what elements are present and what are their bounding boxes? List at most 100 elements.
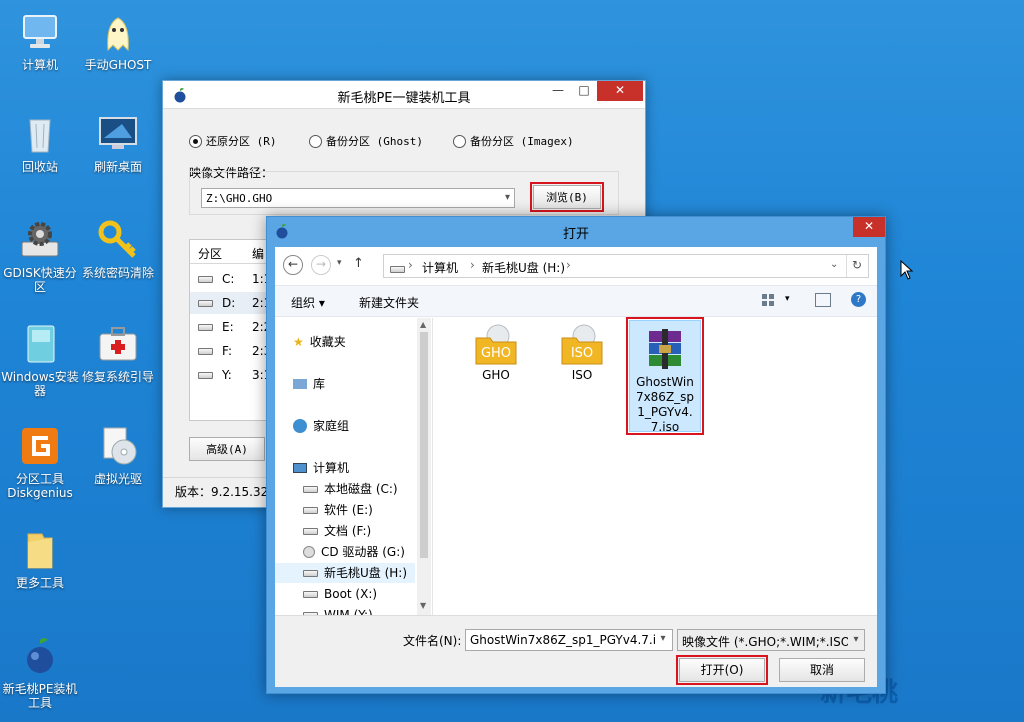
image-path-value: Z:\GHO.GHO bbox=[206, 192, 273, 205]
tree-item-drive-g[interactable]: CD 驱动器 (G:) bbox=[275, 542, 415, 562]
browse-button[interactable]: 浏览(B) bbox=[530, 182, 604, 212]
desktop-icon-label: 分区工具Diskgenius bbox=[7, 472, 73, 500]
desktop-icon-refresh[interactable]: 刷新桌面 bbox=[78, 112, 158, 174]
address-bar[interactable]: › 计算机 › 新毛桃U盘 (H:) › ⌄ ↻ bbox=[383, 254, 869, 278]
file-item-iso-folder[interactable]: ISO ISO bbox=[545, 324, 619, 388]
desktop-icon-repair-boot[interactable]: 修复系统引导 bbox=[78, 322, 158, 384]
tree-item-drive-x[interactable]: Boot (X:) bbox=[275, 584, 415, 604]
tree-item-label: 软件 (E:) bbox=[324, 503, 373, 517]
scrollbar-thumb[interactable] bbox=[420, 332, 428, 558]
desktop-icon-pe-installer[interactable]: 新毛桃PE装机工具 bbox=[0, 634, 80, 710]
radio-backup-ghost[interactable]: 备份分区 (Ghost) bbox=[309, 133, 423, 149]
dialog-titlebar[interactable]: 打开 ✕ bbox=[267, 217, 885, 245]
chevron-down-icon[interactable]: ▾ bbox=[848, 630, 864, 650]
chevron-down-icon[interactable]: ⌄ bbox=[830, 259, 838, 270]
computer-icon bbox=[293, 463, 307, 473]
desktop-icon-windows-installer[interactable]: Windows安装器 bbox=[0, 322, 80, 398]
desktop-icon-label: 虚拟光驱 bbox=[93, 472, 142, 486]
dialog-bottom-panel: 文件名(N): GhostWin7x86Z_sp1_PGYv4.7.iso ▾ … bbox=[275, 615, 877, 687]
help-icon[interactable]: ? bbox=[851, 292, 866, 307]
radio-backup-imagex[interactable]: 备份分区 (Imagex) bbox=[453, 133, 574, 149]
recycle-bin-icon bbox=[18, 112, 62, 156]
tree-item-drive-c[interactable]: 本地磁盘 (C:) bbox=[275, 479, 415, 499]
tree-item-drive-y[interactable]: WIM (Y:) bbox=[275, 605, 415, 615]
radio-restore-partition[interactable]: 还原分区 (R) bbox=[189, 133, 277, 149]
desktop-icon-label: 新毛桃PE装机工具 bbox=[2, 682, 78, 710]
cd-folder-icon: GHO bbox=[474, 324, 518, 366]
file-item-ghost-iso[interactable]: GhostWin7x86Z_sp1_PGYv4.7.iso bbox=[626, 317, 704, 435]
tree-scrollbar[interactable]: ▲ ▼ bbox=[417, 318, 431, 615]
desktop-icon-gdisk[interactable]: GDISK快速分区 bbox=[0, 218, 80, 294]
desktop-icon-more-tools[interactable]: 更多工具 bbox=[0, 528, 80, 590]
radio-label: 还原分区 (R) bbox=[206, 135, 277, 148]
up-arrow-icon[interactable]: ↑ bbox=[353, 256, 364, 271]
dialog-close-button[interactable]: ✕ bbox=[853, 217, 885, 237]
advanced-button-label: 高级(A) bbox=[206, 443, 248, 456]
filename-label: 文件名(N): bbox=[403, 634, 462, 648]
radio-label: 备份分区 (Ghost) bbox=[326, 135, 423, 148]
desktop-icon-label: 刷新桌面 bbox=[93, 160, 142, 174]
ghost-icon bbox=[96, 10, 140, 54]
filename-input[interactable]: GhostWin7x86Z_sp1_PGYv4.7.iso ▾ bbox=[465, 629, 673, 651]
desktop-icon-manual-ghost[interactable]: 手动GHOST bbox=[78, 10, 158, 72]
partition-letter: Y: bbox=[222, 368, 232, 382]
forward-arrow-icon[interactable]: → bbox=[311, 255, 331, 275]
drive-icon bbox=[198, 272, 219, 286]
partition-letter: C: bbox=[222, 272, 235, 286]
breadcrumb-usb-drive[interactable]: 新毛桃U盘 (H:) bbox=[482, 259, 565, 276]
winrar-archive-icon bbox=[643, 327, 687, 371]
mouse-cursor-icon bbox=[900, 259, 914, 283]
preview-pane-icon[interactable] bbox=[815, 293, 831, 307]
filetype-value: 映像文件 (*.GHO;*.WIM;*.ISO) bbox=[682, 635, 855, 649]
refresh-icon[interactable]: ↻ bbox=[852, 258, 862, 272]
organize-button[interactable]: 组织 ▾ bbox=[291, 294, 325, 311]
browse-button-label: 浏览(B) bbox=[546, 191, 588, 204]
filetype-select[interactable]: 映像文件 (*.GHO;*.WIM;*.ISO) ▾ bbox=[677, 629, 865, 651]
view-options-chevron-icon[interactable]: ▾ bbox=[785, 294, 790, 304]
desktop-icon-label: 计算机 bbox=[21, 58, 58, 72]
tree-item-drive-e[interactable]: 软件 (E:) bbox=[275, 500, 415, 520]
file-name: GhostWin7x86Z_sp1_PGYv4.7.iso bbox=[635, 375, 695, 434]
new-folder-button[interactable]: 新建文件夹 bbox=[359, 294, 419, 311]
desktop-icon-label: 手动GHOST bbox=[84, 58, 152, 72]
tree-item-label: WIM (Y:) bbox=[324, 608, 373, 615]
maximize-button[interactable]: □ bbox=[571, 81, 597, 101]
desktop-icon-recycle-bin[interactable]: 回收站 bbox=[0, 112, 80, 174]
file-name: ISO bbox=[571, 368, 593, 382]
chevron-down-icon[interactable]: ▾ bbox=[656, 633, 670, 644]
view-options-icon[interactable] bbox=[761, 293, 775, 307]
open-button[interactable]: 打开(O) bbox=[676, 655, 768, 685]
tree-item-libraries[interactable]: 库 bbox=[275, 374, 415, 394]
cancel-button-label: 取消 bbox=[809, 663, 834, 677]
desktop-icon-virtual-drive[interactable]: 虚拟光驱 bbox=[78, 424, 158, 486]
file-item-gho-folder[interactable]: GHO GHO bbox=[459, 324, 533, 388]
file-name: GHO bbox=[482, 368, 510, 382]
partition-letter: D: bbox=[222, 296, 236, 310]
tree-item-computer[interactable]: 计算机 bbox=[275, 458, 415, 478]
advanced-button[interactable]: 高级(A) bbox=[189, 437, 265, 461]
drive-icon bbox=[198, 344, 219, 358]
dialog-title: 打开 bbox=[562, 227, 589, 242]
desktop-icon-password-clear[interactable]: 系统密码清除 bbox=[78, 218, 158, 280]
tree-item-drive-f[interactable]: 文档 (F:) bbox=[275, 521, 415, 541]
tree-item-favorites[interactable]: ★ 收藏夹 bbox=[275, 332, 415, 352]
tree-item-homegroup[interactable]: 家庭组 bbox=[275, 416, 415, 436]
library-icon bbox=[293, 379, 307, 389]
monitor-refresh-icon bbox=[96, 112, 140, 156]
computer-icon bbox=[18, 10, 62, 54]
close-button[interactable]: ✕ bbox=[597, 81, 643, 101]
desktop-icon-diskgenius[interactable]: 分区工具Diskgenius bbox=[0, 424, 80, 500]
scroll-down-icon[interactable]: ▼ bbox=[420, 601, 426, 610]
cancel-button[interactable]: 取消 bbox=[779, 658, 865, 682]
scroll-up-icon[interactable]: ▲ bbox=[420, 320, 426, 329]
installer-titlebar[interactable]: 新毛桃PE一键装机工具 — □ ✕ bbox=[163, 81, 645, 109]
back-arrow-icon[interactable]: ← bbox=[283, 255, 303, 275]
image-path-combo[interactable]: Z:\GHO.GHO ▾ bbox=[201, 188, 515, 208]
gear-disk-icon bbox=[18, 218, 62, 262]
tree-item-drive-h[interactable]: 新毛桃U盘 (H:) bbox=[275, 563, 415, 583]
recent-locations-chevron-icon[interactable]: ▾ bbox=[337, 258, 342, 268]
minimize-button[interactable]: — bbox=[545, 81, 571, 101]
desktop-icon-computer[interactable]: 计算机 bbox=[0, 10, 80, 72]
file-list: GHO GHO ISO ISO GhostWin7x86Z_sp1_PGYv4.… bbox=[435, 317, 877, 615]
breadcrumb-computer[interactable]: 计算机 bbox=[422, 259, 458, 276]
